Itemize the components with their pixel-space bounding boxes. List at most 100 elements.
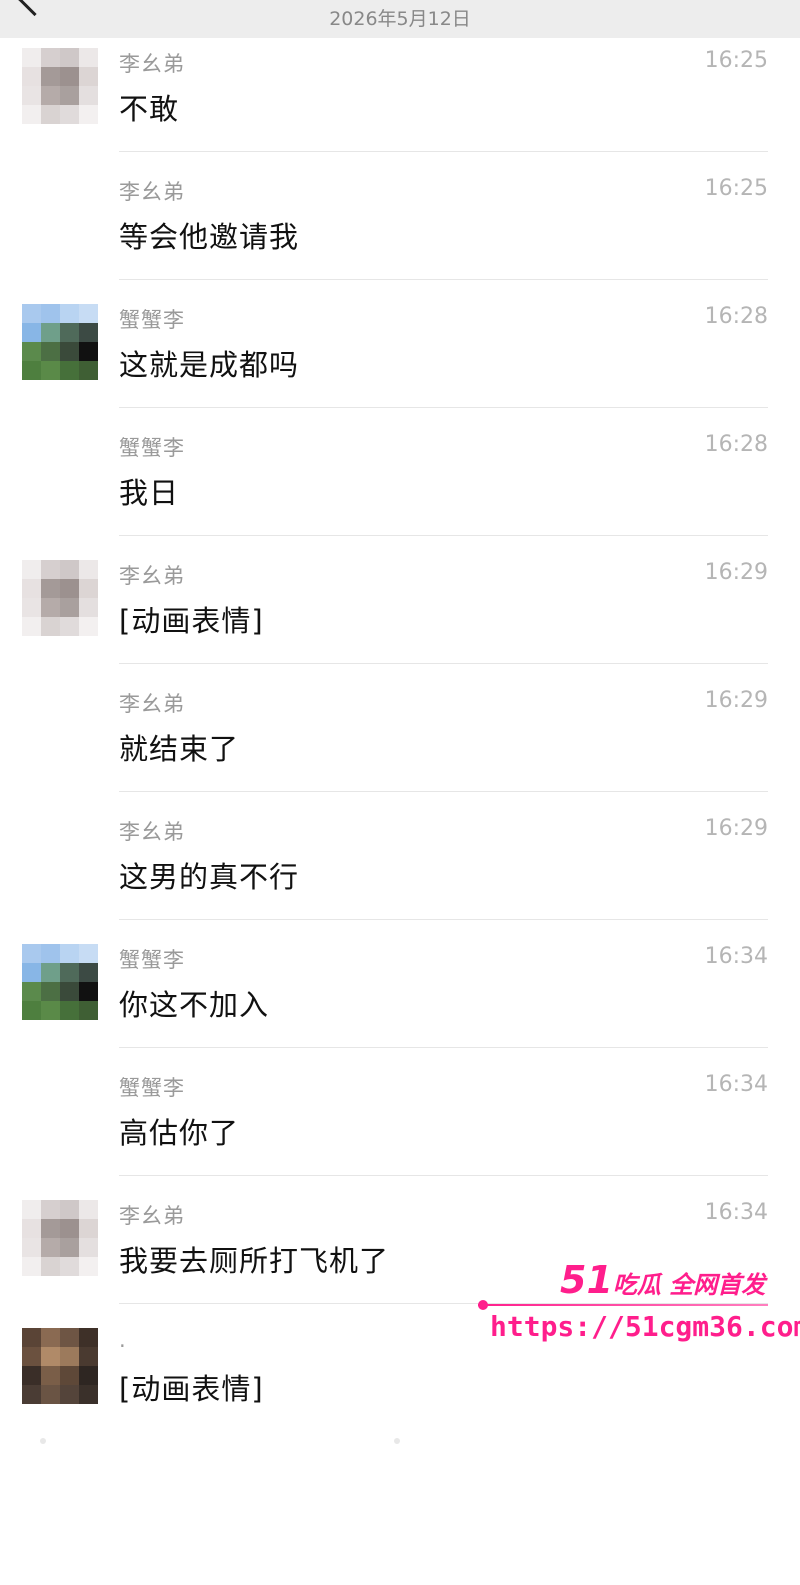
avatar-pixel	[79, 1219, 98, 1238]
avatar-pixel	[22, 944, 41, 963]
message-text[interactable]: 我要去厕所打飞机了	[119, 1238, 389, 1280]
message-row[interactable]: 蟹蟹李 16:28 这就是成都吗	[0, 294, 800, 422]
avatar-pixel	[79, 963, 98, 982]
sender-name: 蟹蟹李	[119, 948, 185, 972]
message-row[interactable]: 蟹蟹李 16:28 我日	[0, 422, 800, 550]
message-time: 16:34	[704, 1072, 768, 1097]
divider	[119, 1175, 768, 1176]
avatar-pixel	[22, 1328, 41, 1347]
avatar-pixel	[60, 342, 79, 361]
avatar-pixel	[41, 1001, 60, 1020]
message-time: 16:25	[704, 176, 768, 201]
message-row[interactable]: 李幺弟 16:25 不敢	[0, 38, 800, 166]
avatar[interactable]	[22, 560, 98, 636]
avatar-pixel	[41, 1257, 60, 1276]
sender-name: 蟹蟹李	[119, 436, 185, 460]
message-row[interactable]: 蟹蟹李 16:34 高估你了	[0, 1062, 800, 1190]
message-row[interactable]: 蟹蟹李 16:34 你这不加入	[0, 934, 800, 1062]
message-text[interactable]: [动画表情]	[119, 598, 264, 640]
divider	[119, 663, 768, 664]
avatar-pixel	[79, 1347, 98, 1366]
avatar-pixel	[22, 963, 41, 982]
message-text[interactable]: 等会他邀请我	[119, 214, 299, 256]
avatar-pixel	[60, 598, 79, 617]
sender-name: 李幺弟	[119, 1204, 185, 1228]
avatar-pixel	[60, 361, 79, 380]
sender-name: 李幺弟	[119, 820, 185, 844]
avatar-pixel	[41, 1366, 60, 1385]
avatar-pixel	[41, 105, 60, 124]
message-list[interactable]: 李幺弟 16:25 不敢 李幺弟 16:25 等会他邀请我 蟹蟹李 16:28 这就是成都吗 蟹蟹…	[0, 38, 800, 1446]
message-text[interactable]: 就结束了	[119, 726, 239, 768]
avatar-pixel	[22, 598, 41, 617]
avatar-pixel	[60, 1200, 79, 1219]
avatar[interactable]	[22, 304, 98, 380]
avatar-pixel	[22, 304, 41, 323]
avatar[interactable]	[22, 1328, 98, 1404]
avatar-pixel	[79, 361, 98, 380]
avatar-pixel	[22, 361, 41, 380]
avatar-pixel	[79, 579, 98, 598]
sender-name: 李幺弟	[119, 692, 185, 716]
avatar-pixel	[79, 1385, 98, 1404]
avatar-pixel	[22, 323, 41, 342]
avatar-pixel	[22, 1257, 41, 1276]
avatar-pixel	[41, 598, 60, 617]
message-text[interactable]: 你这不加入	[119, 982, 269, 1024]
message-text[interactable]: [动画表情]	[119, 1366, 264, 1408]
avatar-pixel	[79, 304, 98, 323]
avatar-pixel	[79, 1366, 98, 1385]
avatar-pixel	[41, 579, 60, 598]
message-time: 16:29	[704, 688, 768, 713]
message-text[interactable]: 这男的真不行	[119, 854, 299, 896]
avatar[interactable]	[22, 944, 98, 1020]
divider	[119, 919, 768, 920]
message-time: 16:34	[704, 1200, 768, 1225]
avatar-pixel	[79, 944, 98, 963]
avatar-pixel	[79, 1328, 98, 1347]
avatar-pixel	[22, 1366, 41, 1385]
avatar-pixel	[79, 617, 98, 636]
avatar-pixel	[22, 86, 41, 105]
avatar-pixel	[22, 982, 41, 1001]
message-text[interactable]: 这就是成都吗	[119, 342, 299, 384]
avatar[interactable]	[22, 1200, 98, 1276]
avatar-pixel	[22, 105, 41, 124]
avatar-pixel	[79, 105, 98, 124]
divider	[119, 407, 768, 408]
message-row[interactable]: 李幺弟 16:25 等会他邀请我	[0, 166, 800, 294]
date-header: 2026年5月12日	[329, 8, 471, 30]
message-row[interactable]: 李幺弟 16:29 [动画表情]	[0, 550, 800, 678]
sender-name: .	[119, 1328, 127, 1352]
avatar-pixel	[41, 48, 60, 67]
avatar[interactable]	[22, 48, 98, 124]
top-bar: 2026年5月12日	[0, 0, 800, 38]
message-text[interactable]: 我日	[119, 470, 179, 512]
message-row[interactable]: 李幺弟 16:29 这男的真不行	[0, 806, 800, 934]
message-time: 16:28	[704, 432, 768, 457]
avatar-pixel	[60, 1347, 79, 1366]
divider	[119, 279, 768, 280]
message-text[interactable]: 高估你了	[119, 1110, 239, 1152]
avatar-pixel	[79, 342, 98, 361]
sender-name: 李幺弟	[119, 564, 185, 588]
avatar-pixel	[41, 944, 60, 963]
avatar-pixel	[41, 1219, 60, 1238]
message-row[interactable]: 李幺弟 16:29 就结束了	[0, 678, 800, 806]
avatar-pixel	[60, 963, 79, 982]
avatar-pixel	[41, 67, 60, 86]
message-text[interactable]: 不敢	[119, 86, 179, 128]
avatar-pixel	[22, 1238, 41, 1257]
avatar-pixel	[41, 963, 60, 982]
indicator-dot	[394, 1438, 400, 1444]
avatar-pixel	[60, 560, 79, 579]
avatar-pixel	[79, 1238, 98, 1257]
avatar-pixel	[79, 86, 98, 105]
avatar-pixel	[41, 304, 60, 323]
sender-name: 蟹蟹李	[119, 1076, 185, 1100]
avatar-pixel	[41, 323, 60, 342]
avatar-pixel	[60, 1238, 79, 1257]
avatar-pixel	[60, 1001, 79, 1020]
avatar-pixel	[60, 48, 79, 67]
divider	[119, 791, 768, 792]
